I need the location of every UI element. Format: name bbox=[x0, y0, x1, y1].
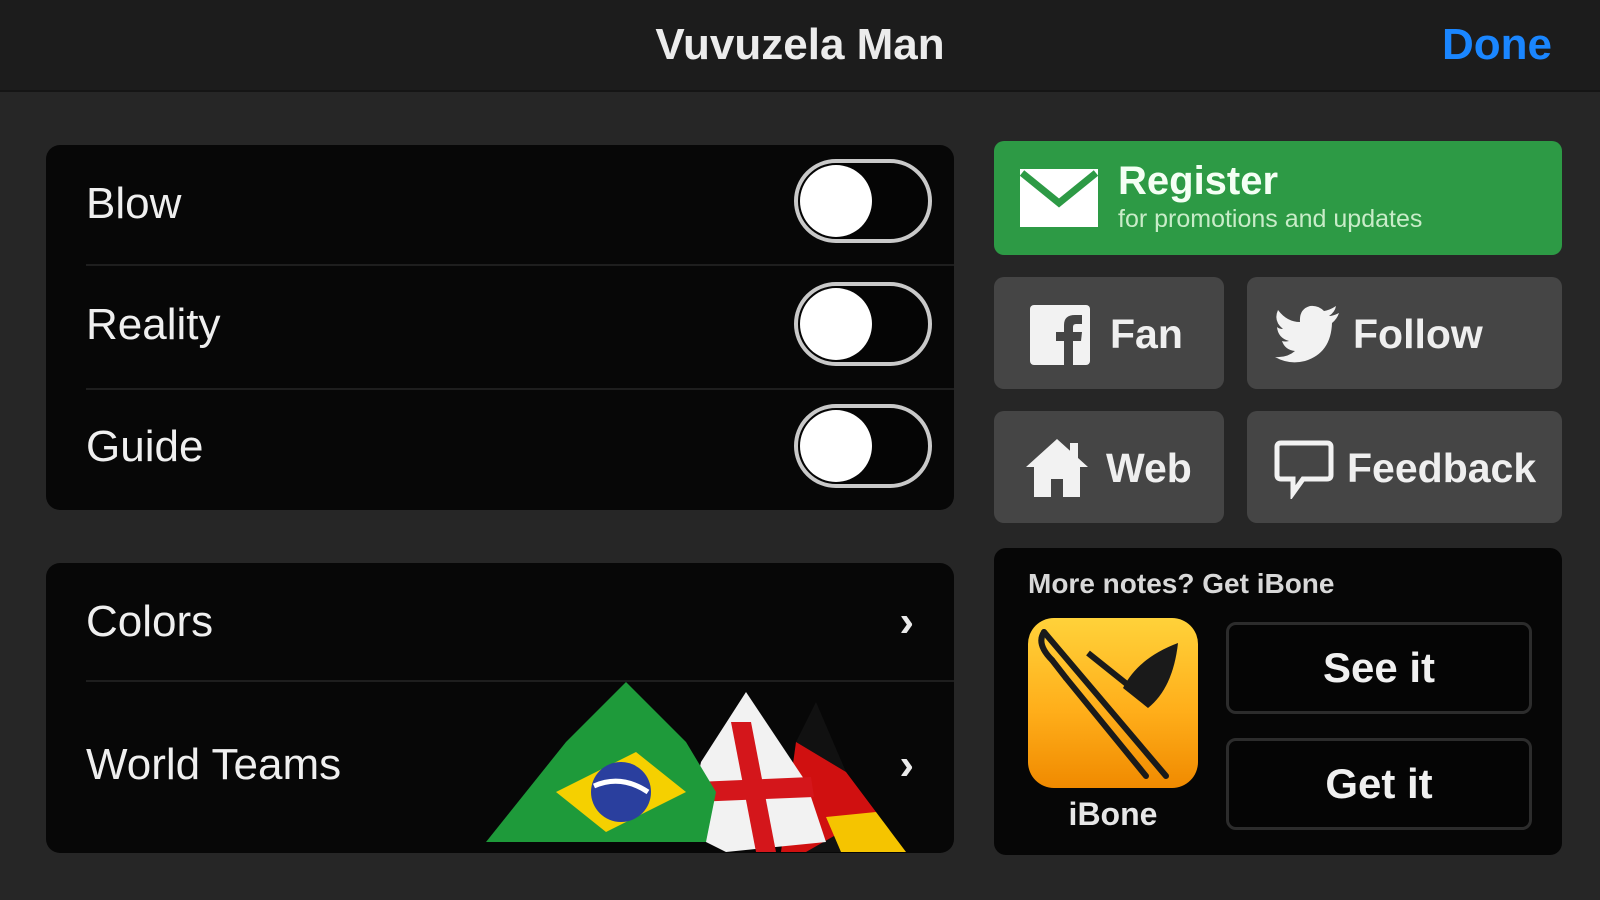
register-button[interactable]: Register for promotions and updates bbox=[994, 141, 1562, 255]
feedback-label: Feedback bbox=[1347, 445, 1537, 491]
facebook-fan-button[interactable]: Fan bbox=[994, 277, 1224, 389]
row-label: Colors bbox=[86, 597, 214, 646]
twitter-follow-button[interactable]: Follow bbox=[1247, 277, 1562, 389]
navigation-settings-group: Colors › World Teams › bbox=[46, 563, 954, 853]
chevron-right-icon: › bbox=[899, 597, 914, 646]
blow-toggle[interactable] bbox=[794, 159, 932, 243]
speech-bubble-icon bbox=[1274, 440, 1334, 499]
home-icon bbox=[1026, 439, 1088, 497]
toggle-knob bbox=[800, 165, 872, 237]
setting-label: Guide bbox=[86, 422, 204, 471]
team-flags-image bbox=[486, 682, 906, 852]
ibone-promo-panel: More notes? Get iBone iBone See it Get i… bbox=[994, 548, 1562, 855]
setting-label: Blow bbox=[86, 179, 182, 228]
chevron-right-icon: › bbox=[899, 740, 914, 789]
done-button[interactable]: Done bbox=[1442, 20, 1552, 70]
toggle-settings-group: Blow Reality Guide bbox=[46, 145, 954, 510]
page-title: Vuvuzela Man bbox=[655, 20, 945, 69]
guide-toggle[interactable] bbox=[794, 404, 932, 488]
web-label: Web bbox=[1106, 445, 1192, 491]
see-it-button[interactable]: See it bbox=[1226, 622, 1532, 714]
feedback-button[interactable]: Feedback bbox=[1247, 411, 1562, 523]
register-subtitle: for promotions and updates bbox=[1118, 205, 1423, 233]
facebook-icon bbox=[1030, 305, 1090, 365]
setting-row-reality: Reality bbox=[46, 266, 954, 388]
twitter-icon bbox=[1275, 305, 1339, 363]
toggle-knob bbox=[800, 288, 872, 360]
trombone-icon bbox=[1038, 629, 1178, 779]
reality-toggle[interactable] bbox=[794, 282, 932, 366]
setting-row-blow: Blow bbox=[46, 145, 954, 265]
setting-row-guide: Guide bbox=[46, 390, 954, 510]
fan-label: Fan bbox=[1110, 311, 1183, 357]
mail-icon bbox=[1020, 169, 1098, 227]
toggle-knob bbox=[800, 410, 872, 482]
world-teams-row[interactable]: World Teams › bbox=[46, 682, 954, 853]
ibone-app-icon[interactable] bbox=[1028, 618, 1198, 788]
colors-row[interactable]: Colors › bbox=[46, 563, 954, 681]
register-title: Register bbox=[1118, 159, 1279, 203]
setting-label: Reality bbox=[86, 300, 221, 349]
app-name: iBone bbox=[1068, 796, 1158, 832]
row-label: World Teams bbox=[86, 740, 342, 789]
web-button[interactable]: Web bbox=[994, 411, 1224, 523]
follow-label: Follow bbox=[1353, 311, 1483, 357]
navigation-bar: Vuvuzela Man Done bbox=[0, 0, 1600, 92]
promo-title: More notes? Get iBone bbox=[1028, 568, 1335, 599]
get-it-button[interactable]: Get it bbox=[1226, 738, 1532, 830]
